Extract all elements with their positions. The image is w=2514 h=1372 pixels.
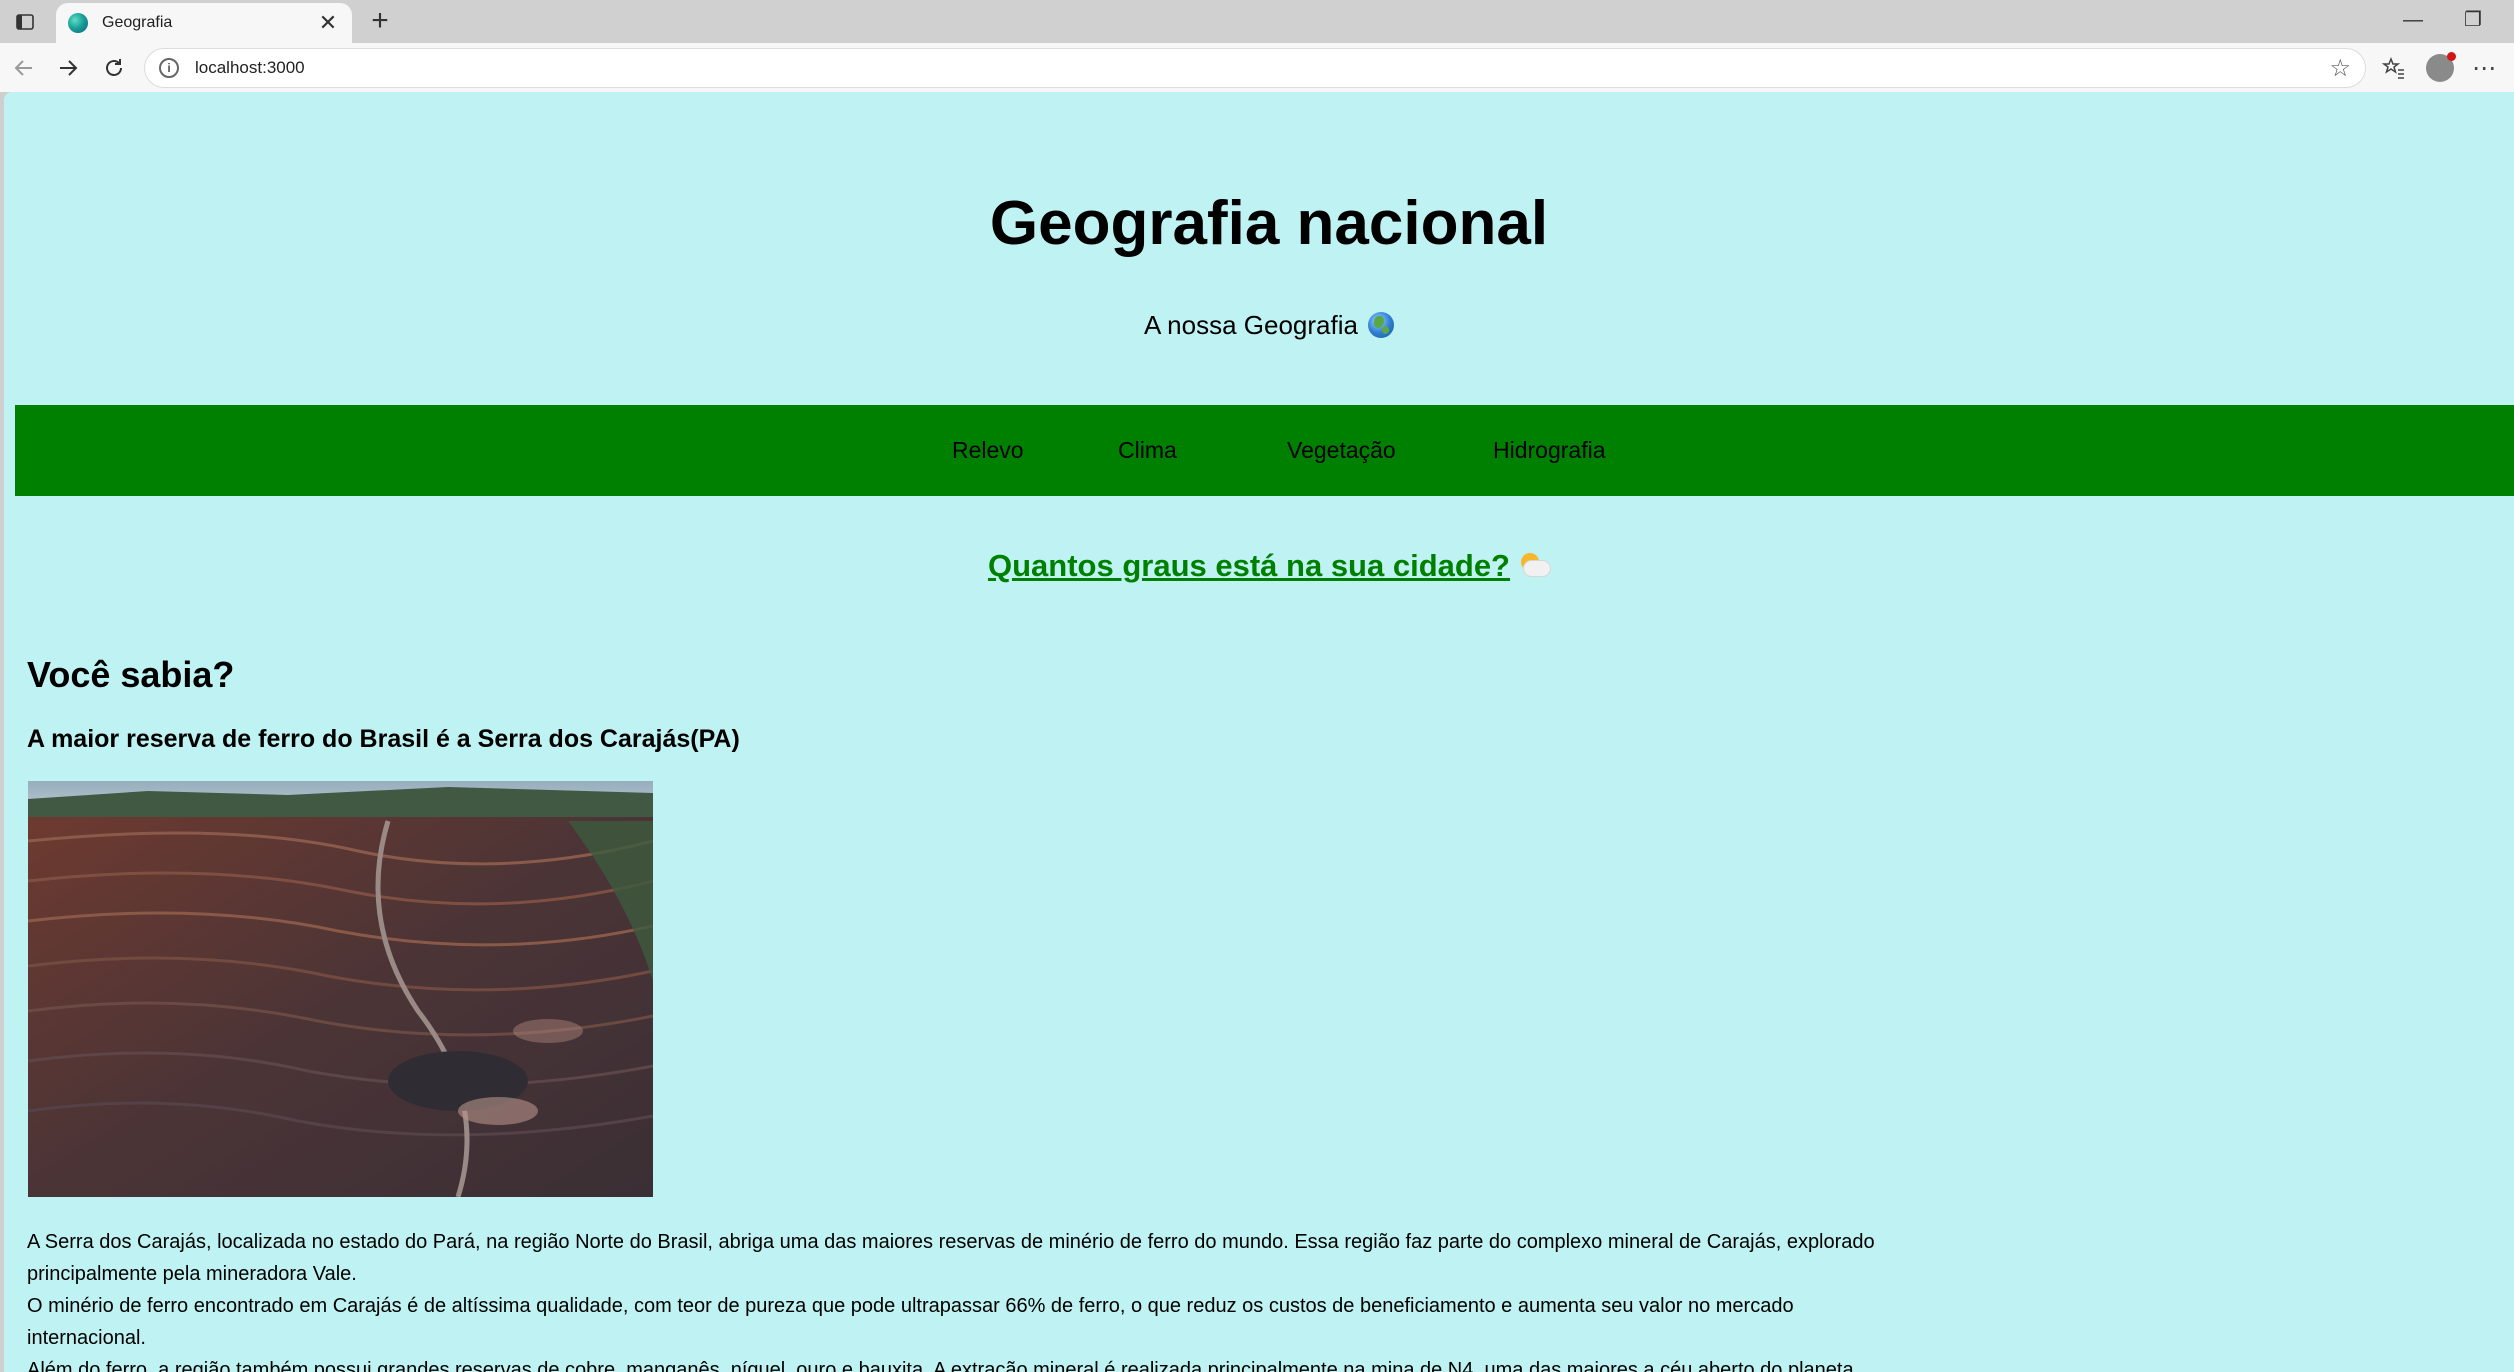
nav-link-vegetacao[interactable]: Vegetação bbox=[1287, 405, 1396, 496]
star-icon[interactable]: ☆ bbox=[2329, 54, 2351, 83]
nav-link-clima[interactable]: Clima bbox=[1118, 405, 1177, 496]
article-paragraph: Além do ferro, a região também possui gr… bbox=[27, 1359, 1860, 1372]
close-tab-icon[interactable]: ✕ bbox=[316, 12, 340, 34]
restore-button[interactable]: ❐ bbox=[2450, 6, 2496, 36]
article-paragraph: A Serra dos Carajás, localizada no estad… bbox=[27, 1231, 1875, 1285]
globe-icon bbox=[1367, 312, 1394, 338]
arrow-left-icon[interactable] bbox=[6, 50, 42, 86]
browser-tab-bar: Geografia ✕ + — ❐ bbox=[0, 0, 2514, 43]
mine-photo bbox=[28, 781, 653, 1197]
more-icon[interactable]: ⋯ bbox=[2466, 50, 2502, 86]
weather-link[interactable]: Quantos graus está na sua cidade? bbox=[4, 548, 2514, 584]
profile-icon[interactable] bbox=[2422, 50, 2458, 86]
address-bar[interactable]: i localhost:3000 ☆ bbox=[144, 48, 2366, 88]
tab-actions-icon[interactable] bbox=[10, 8, 40, 36]
nav-link-hidrografia[interactable]: Hidrografia bbox=[1493, 405, 1606, 496]
favorites-icon[interactable] bbox=[2376, 50, 2412, 86]
web-page: Geografia nacional A nossa Geografia Rel… bbox=[4, 92, 2514, 1372]
fact-title: A maior reserva de ferro do Brasil é a S… bbox=[27, 725, 740, 753]
info-icon[interactable]: i bbox=[159, 58, 179, 78]
site-subtitle: A nossa Geografia bbox=[4, 310, 2514, 341]
browser-toolbar: i localhost:3000 ☆ ⋯ bbox=[0, 43, 2514, 92]
arrow-right-icon[interactable] bbox=[50, 50, 86, 86]
main-navigation: Relevo Clima Vegetação Hidrografia bbox=[15, 405, 2514, 496]
tab-title: Geografia bbox=[102, 14, 173, 31]
reload-icon[interactable] bbox=[96, 50, 132, 86]
avatar bbox=[2426, 52, 2456, 82]
new-tab-button[interactable]: + bbox=[362, 4, 398, 40]
url-text[interactable]: localhost:3000 bbox=[195, 58, 2329, 78]
globe-favicon-icon bbox=[68, 13, 88, 33]
fact-article: A Serra dos Carajás, localizada no estad… bbox=[27, 1226, 1887, 1372]
browser-tab[interactable]: Geografia ✕ bbox=[56, 3, 352, 43]
weather-link-label: Quantos graus está na sua cidade? bbox=[988, 548, 1510, 583]
subtitle-text: A nossa Geografia bbox=[1144, 310, 1358, 340]
article-paragraph: O minério de ferro encontrado em Carajás… bbox=[27, 1295, 1794, 1349]
site-title: Geografia nacional bbox=[989, 189, 1549, 258]
minimize-button[interactable]: — bbox=[2390, 6, 2436, 36]
section-title: Você sabia? bbox=[27, 654, 235, 695]
sun-behind-cloud-icon bbox=[1518, 551, 1550, 579]
nav-link-relevo[interactable]: Relevo bbox=[952, 405, 1024, 496]
